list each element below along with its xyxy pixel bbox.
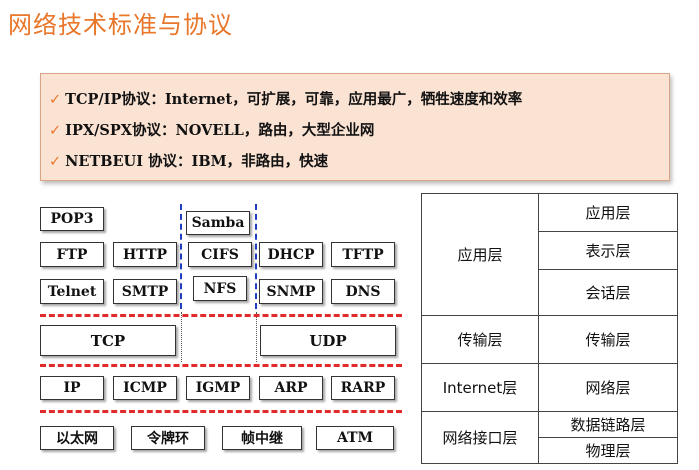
protocol-samba: Samba	[186, 211, 250, 235]
divider-left-top	[180, 204, 182, 309]
protocol-ip: IP	[40, 376, 104, 400]
check-icon: ✓	[49, 154, 62, 170]
protocol-ftp: FTP	[40, 242, 104, 267]
protocol-ethernet: 以太网	[40, 426, 114, 450]
layer-comparison-table: 应用层 应用层 表示层 会话层 传输层 传输层 Internet层 网络层 网络…	[421, 193, 678, 464]
divider-left-mid	[181, 312, 182, 362]
osi-layer-network: 网络层	[538, 363, 678, 412]
layer-separator	[40, 364, 402, 367]
bullet-text: TCP/IP协议：Internet，可扩展，可靠，应用最广，牺牲速度和效率	[65, 91, 523, 108]
protocol-arp: ARP	[259, 376, 323, 400]
layer-separator	[40, 314, 402, 317]
osi-layer-session: 会话层	[538, 269, 678, 316]
divider-right-top	[255, 204, 257, 309]
protocol-frame-relay: 帧中继	[222, 426, 302, 450]
tcpip-layer-transport: 传输层	[421, 315, 539, 364]
protocol-rarp: RARP	[331, 376, 395, 400]
protocol-tcp: TCP	[40, 325, 176, 356]
osi-layer-presentation: 表示层	[538, 231, 678, 270]
protocol-dhcp: DHCP	[259, 242, 323, 267]
protocol-summary-callout: ✓ TCP/IP协议：Internet，可扩展，可靠，应用最广，牺牲速度和效率 ✓…	[40, 73, 670, 181]
protocol-telnet: Telnet	[40, 279, 104, 304]
protocol-udp: UDP	[260, 325, 396, 356]
osi-layer-data-link: 数据链路层	[538, 411, 678, 438]
bullet-tcpip: ✓ TCP/IP协议：Internet，可扩展，可靠，应用最广，牺牲速度和效率	[41, 84, 669, 115]
osi-layer-physical: 物理层	[538, 437, 678, 464]
protocol-pop3: POP3	[40, 207, 104, 231]
protocol-smtp: SMTP	[113, 279, 177, 304]
bullet-text: IPX/SPX协议：NOVELL，路由，大型企业网	[65, 122, 375, 139]
protocol-token-ring: 令牌环	[131, 426, 205, 450]
tcpip-layer-internet: Internet层	[421, 363, 539, 412]
protocol-tftp: TFTP	[331, 242, 395, 267]
protocol-dns: DNS	[331, 279, 395, 304]
protocol-icmp: ICMP	[113, 376, 177, 400]
protocol-igmp: IGMP	[186, 376, 250, 400]
check-icon: ✓	[49, 92, 62, 108]
tcpip-layer-application: 应用层	[421, 193, 539, 316]
protocol-cifs: CIFS	[188, 242, 252, 267]
protocol-snmp: SNMP	[259, 279, 323, 304]
bullet-ipxspx: ✓ IPX/SPX协议：NOVELL，路由，大型企业网	[41, 115, 669, 146]
osi-layer-application: 应用层	[538, 193, 678, 232]
tcpip-layer-network-interface: 网络接口层	[421, 411, 539, 464]
check-icon: ✓	[49, 123, 62, 139]
bullet-text: NETBEUI 协议：IBM，非路由，快速	[65, 153, 329, 170]
osi-layer-transport: 传输层	[538, 315, 678, 364]
protocol-atm: ATM	[316, 426, 394, 450]
protocol-http: HTTP	[113, 242, 177, 267]
divider-right-mid	[256, 312, 257, 362]
layer-separator	[40, 410, 402, 413]
protocol-nfs: NFS	[193, 276, 247, 301]
page-title: 网络技术标准与协议	[8, 11, 233, 39]
bullet-netbeui: ✓ NETBEUI 协议：IBM，非路由，快速	[41, 146, 669, 177]
